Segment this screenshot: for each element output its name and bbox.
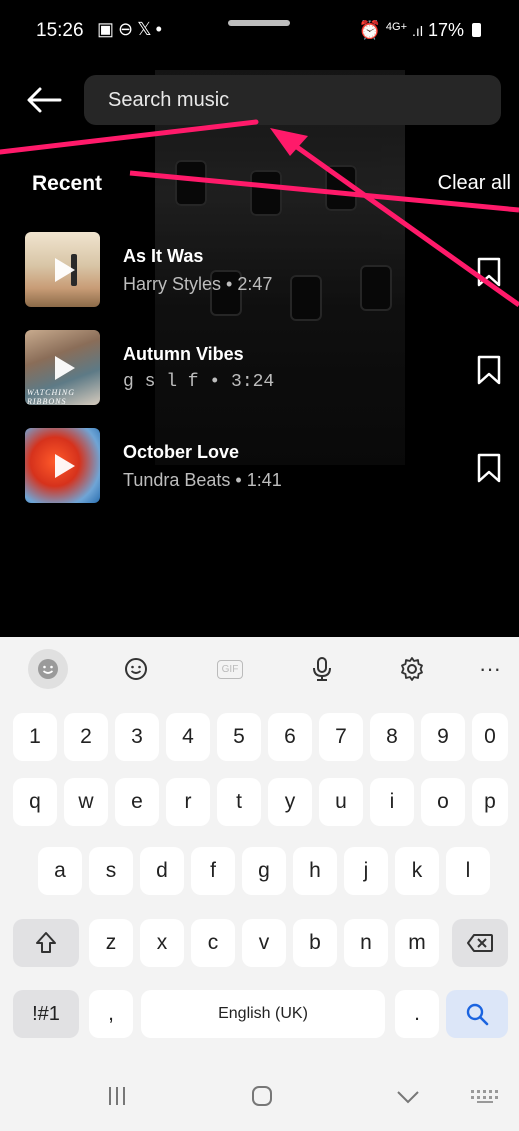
more-icon[interactable]: ··· [470,649,510,689]
key-0[interactable]: 0 [472,713,508,761]
key-8[interactable]: 8 [370,713,414,761]
search-key[interactable] [446,990,508,1038]
search-icon [466,1003,489,1026]
bookmark-icon[interactable] [476,453,502,483]
key-h[interactable]: h [293,847,337,895]
key-x[interactable]: x [140,919,184,967]
key-w[interactable]: w [64,778,108,826]
album-cover-text: WATCHING RIBBONS [27,388,76,405]
recent-heading: Recent [32,172,103,195]
play-icon[interactable] [55,454,75,478]
key-g[interactable]: g [242,847,286,895]
backspace-key[interactable] [452,919,508,967]
key-1[interactable]: 1 [13,713,57,761]
smiley-icon[interactable] [116,649,156,689]
notch-pill [228,20,290,26]
album-cover: WATCHING RIBBONS [25,330,100,405]
key-z[interactable]: z [89,919,133,967]
microphone-icon[interactable] [302,649,342,689]
backspace-icon [467,934,493,952]
key-i[interactable]: i [370,778,414,826]
track-row[interactable]: WATCHING RIBBONS Autumn Vibes g s l f • … [0,330,519,410]
status-right: ⏰ 4G+ .ıl 17% [358,20,481,41]
bookmark-icon[interactable] [476,257,502,287]
track-title: Autumn Vibes [123,344,244,364]
more-label: ··· [479,656,501,681]
key-t[interactable]: t [217,778,261,826]
key-b[interactable]: b [293,919,337,967]
key-q[interactable]: q [13,778,57,826]
key-9[interactable]: 9 [421,713,465,761]
key-2[interactable]: 2 [64,713,108,761]
notification-icons: ▣⊖𝕏• [97,19,166,39]
network-label: 4G+ [385,21,408,33]
symbols-key[interactable]: !#1 [13,990,79,1038]
clear-all-button[interactable]: Clear all [438,172,511,195]
keyboard-toolbar: GIF ··· [0,637,519,705]
key-j[interactable]: j [344,847,388,895]
track-row[interactable]: As It Was Harry Styles • 2:47 [0,232,519,312]
search-placeholder: Search music [108,89,230,111]
search-input[interactable]: Search music [84,75,501,125]
recent-apps-icon[interactable] [106,1086,128,1106]
period-key[interactable]: . [395,990,439,1038]
bookmark-icon[interactable] [476,355,502,385]
key-l[interactable]: l [446,847,490,895]
key-a[interactable]: a [38,847,82,895]
track-subtitle: Harry Styles • 2:47 [123,274,273,294]
album-cover [25,232,100,307]
track-title: As It Was [123,246,204,266]
gif-icon[interactable]: GIF [210,649,250,689]
key-n[interactable]: n [344,919,388,967]
home-icon[interactable] [251,1085,273,1107]
shift-icon [36,932,56,953]
emoji-face-icon[interactable] [28,649,68,689]
system-nav-bar [0,1060,519,1131]
key-4[interactable]: 4 [166,713,210,761]
battery-label: 17% [427,20,464,40]
play-icon[interactable] [55,258,75,282]
hide-keyboard-icon[interactable] [396,1090,420,1104]
settings-gear-icon[interactable] [392,649,432,689]
key-7[interactable]: 7 [319,713,363,761]
music-search-screen: 15:26 ▣⊖𝕏• ⏰ 4G+ .ıl 17% Search music Re… [0,0,519,1131]
alarm-icon: ⏰ [358,20,381,40]
shift-key[interactable] [13,919,79,967]
key-e[interactable]: e [115,778,159,826]
soft-keyboard: GIF ··· 1 2 3 4 5 6 7 8 9 0 q w e r t y [0,637,519,1131]
comma-key[interactable]: , [89,990,133,1038]
track-row[interactable]: October Love Tundra Beats • 1:41 [0,428,519,508]
back-arrow-icon[interactable] [24,84,64,116]
key-u[interactable]: u [319,778,363,826]
key-5[interactable]: 5 [217,713,261,761]
key-d[interactable]: d [140,847,184,895]
status-time: 15:26 [36,20,84,41]
key-o[interactable]: o [421,778,465,826]
battery-icon [472,23,481,37]
signal-icon: .ıl [412,23,423,39]
key-c[interactable]: c [191,919,235,967]
key-y[interactable]: y [268,778,312,826]
key-p[interactable]: p [472,778,508,826]
status-bar: 15:26 ▣⊖𝕏• ⏰ 4G+ .ıl 17% [0,0,519,60]
key-v[interactable]: v [242,919,286,967]
key-3[interactable]: 3 [115,713,159,761]
keyboard-switch-icon[interactable] [470,1089,500,1105]
track-title: October Love [123,442,240,462]
key-m[interactable]: m [395,919,439,967]
key-s[interactable]: s [89,847,133,895]
key-r[interactable]: r [166,778,210,826]
key-f[interactable]: f [191,847,235,895]
album-cover [25,428,100,503]
key-k[interactable]: k [395,847,439,895]
track-subtitle: g s l f • 3:24 [123,372,275,392]
space-bar[interactable]: English (UK) [141,990,385,1038]
key-6[interactable]: 6 [268,713,312,761]
track-subtitle: Tundra Beats • 1:41 [123,470,282,490]
gif-label: GIF [216,659,244,679]
play-icon[interactable] [55,356,75,380]
